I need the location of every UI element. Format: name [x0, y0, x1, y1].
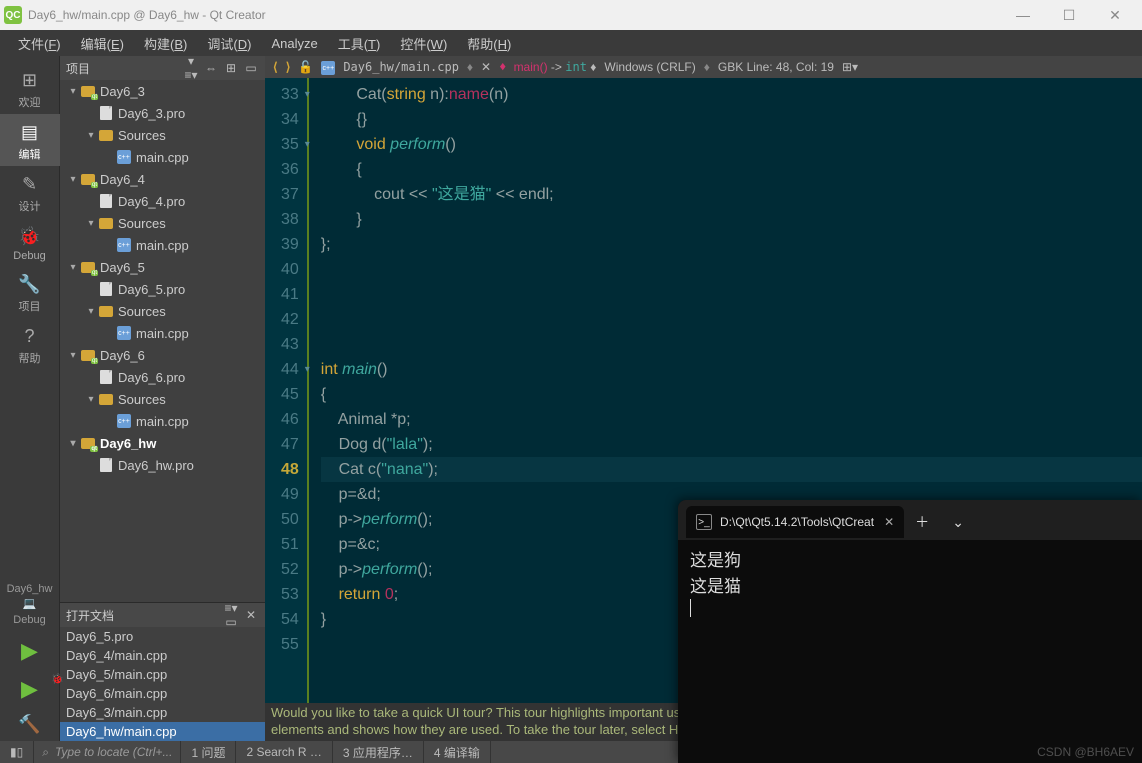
filter-dropdown-icon[interactable]: ▾ ≡▾: [183, 54, 199, 82]
editor-toolbar: ⟨ ⟩ 🔓 c++ Day6_hw/main.cpp ♦ ✕ ♦ main() …: [265, 56, 1142, 78]
tree-item[interactable]: Day6_hw.pro: [60, 454, 265, 476]
menu-h[interactable]: 帮助(H): [457, 34, 521, 53]
menu-bar: 文件(F)编辑(E)构建(B)调试(D)Analyze工具(T)控件(W)帮助(…: [0, 30, 1142, 56]
mode-帮助[interactable]: ?帮助: [0, 318, 60, 370]
tree-item[interactable]: ▾Day6_6: [60, 344, 265, 366]
tree-item[interactable]: c++main.cpp: [60, 234, 265, 256]
close-document-icon[interactable]: ✕: [477, 60, 495, 74]
window-titlebar: QC Day6_hw/main.cpp @ Day6_hw - Qt Creat…: [0, 0, 1142, 30]
tree-item[interactable]: ▾Day6_4: [60, 168, 265, 190]
terminal-output[interactable]: 这是狗这是猫: [678, 540, 1142, 763]
tab-dropdown-icon[interactable]: ⌄: [940, 514, 976, 531]
kit-selector[interactable]: Day6_hw 💻 Debug: [7, 578, 53, 632]
build-button[interactable]: 🔨: [18, 708, 40, 741]
locator-input[interactable]: ⌕ Type to locate (Ctrl+...: [34, 741, 181, 763]
open-doc-item[interactable]: Day6_5/main.cpp: [60, 665, 265, 684]
open-doc-item[interactable]: Day6_6/main.cpp: [60, 684, 265, 703]
tree-item[interactable]: ▾Sources: [60, 124, 265, 146]
encoding-selector[interactable]: GBK Line: 48, Col: 19: [714, 60, 838, 74]
mode-Debug[interactable]: 🐞Debug: [0, 218, 60, 266]
add-icon[interactable]: ⊞: [223, 61, 239, 75]
tree-item[interactable]: Day6_5.pro: [60, 278, 265, 300]
menu-f[interactable]: 文件(F): [8, 34, 71, 53]
minimize-button[interactable]: —: [1000, 0, 1046, 30]
split-editor-icon[interactable]: ⊞▾: [838, 60, 862, 74]
side-panel: 项目 ▾ ≡▾ ⇔ ⊞ ▭ ▾Day6_3Day6_3.pro▾Sourcesc…: [60, 56, 265, 741]
close-button[interactable]: ✕: [1092, 0, 1138, 30]
terminal-tab[interactable]: >_ D:\Qt\Qt5.14.2\Tools\QtCreat ✕: [686, 506, 904, 538]
output-pane-tab[interactable]: 1 问题: [181, 741, 236, 763]
project-panel-header: 项目 ▾ ≡▾ ⇔ ⊞ ▭: [60, 56, 265, 80]
split-icon[interactable]: ▭: [243, 61, 259, 75]
line-ending-selector[interactable]: Windows (CRLF): [600, 60, 699, 74]
output-pane-tab[interactable]: 3 应用程序…: [333, 741, 424, 763]
tree-item[interactable]: ▾Sources: [60, 212, 265, 234]
tree-item[interactable]: ▾Sources: [60, 300, 265, 322]
nav-fwd-icon[interactable]: ⟩: [282, 60, 295, 74]
tree-item[interactable]: c++main.cpp: [60, 146, 265, 168]
app-icon: QC: [4, 6, 22, 24]
cmd-icon: >_: [696, 514, 712, 530]
lock-icon[interactable]: 🔓: [294, 60, 317, 74]
symbol-selector[interactable]: ♦ main(): [499, 60, 547, 74]
run-debug-button[interactable]: ▶🐞: [21, 670, 38, 708]
open-doc-item[interactable]: Day6_5.pro: [60, 627, 265, 646]
tree-item[interactable]: Day6_6.pro: [60, 366, 265, 388]
menu-analyze[interactable]: Analyze: [261, 36, 327, 51]
open-docs-close-icon[interactable]: ✕: [243, 608, 259, 622]
open-doc-item[interactable]: Day6_3/main.cpp: [60, 703, 265, 722]
open-docs-header: 打开文档 ≡▾ ▭ ✕: [60, 603, 265, 627]
maximize-button[interactable]: ☐: [1046, 0, 1092, 30]
mode-欢迎[interactable]: ⊞欢迎: [0, 62, 60, 114]
tree-item[interactable]: ▾Day6_hw: [60, 432, 265, 454]
tree-item[interactable]: Day6_4.pro: [60, 190, 265, 212]
tree-item[interactable]: Day6_3.pro: [60, 102, 265, 124]
mode-编辑[interactable]: ▤编辑: [0, 114, 60, 166]
menu-d[interactable]: 调试(D): [197, 34, 261, 53]
terminal-tab-bar: >_ D:\Qt\Qt5.14.2\Tools\QtCreat ✕ ＋ ⌄: [678, 500, 1142, 540]
menu-e[interactable]: 编辑(E): [71, 34, 134, 53]
open-docs-split-icon[interactable]: ≡▾ ▭: [223, 601, 239, 629]
project-tree[interactable]: ▾Day6_3Day6_3.pro▾Sourcesc++main.cpp▾Day…: [60, 80, 265, 602]
new-tab-button[interactable]: ＋: [904, 512, 940, 532]
terminal-window: >_ D:\Qt\Qt5.14.2\Tools\QtCreat ✕ ＋ ⌄ 这是…: [678, 500, 1142, 763]
tree-item[interactable]: ▾Day6_3: [60, 80, 265, 102]
open-docs-list[interactable]: Day6_5.proDay6_4/main.cppDay6_5/main.cpp…: [60, 627, 265, 741]
open-doc-item[interactable]: Day6_4/main.cpp: [60, 646, 265, 665]
watermark: CSDN @BH6AEV: [1037, 745, 1134, 759]
sidebar-toggle-icon[interactable]: ▮▯: [0, 741, 34, 763]
window-title: Day6_hw/main.cpp @ Day6_hw - Qt Creator: [28, 8, 1000, 22]
nav-back-icon[interactable]: ⟨: [269, 60, 282, 74]
tree-item[interactable]: ▾Day6_5: [60, 256, 265, 278]
close-tab-icon[interactable]: ✕: [884, 515, 894, 529]
run-button[interactable]: ▶: [21, 632, 38, 670]
tree-item[interactable]: c++main.cpp: [60, 322, 265, 344]
mode-设计[interactable]: ✎设计: [0, 166, 60, 218]
menu-w[interactable]: 控件(W): [390, 34, 457, 53]
output-pane-tab[interactable]: 2 Search R …: [236, 741, 332, 763]
menu-b[interactable]: 构建(B): [134, 34, 197, 53]
output-pane-tab[interactable]: 4 编译输: [424, 741, 491, 763]
open-doc-item[interactable]: Day6_hw/main.cpp: [60, 722, 265, 741]
mode-项目[interactable]: 🔧项目: [0, 266, 60, 318]
tree-item[interactable]: ▾Sources: [60, 388, 265, 410]
menu-t[interactable]: 工具(T): [328, 34, 391, 53]
file-selector[interactable]: Day6_hw/main.cpp: [339, 60, 463, 74]
link-icon[interactable]: ⇔: [203, 61, 219, 75]
search-icon: ⌕: [42, 745, 49, 760]
mode-selector-bar: ⊞欢迎▤编辑✎设计🐞Debug🔧项目?帮助 Day6_hw 💻 Debug ▶ …: [0, 56, 60, 741]
tree-item[interactable]: c++main.cpp: [60, 410, 265, 432]
